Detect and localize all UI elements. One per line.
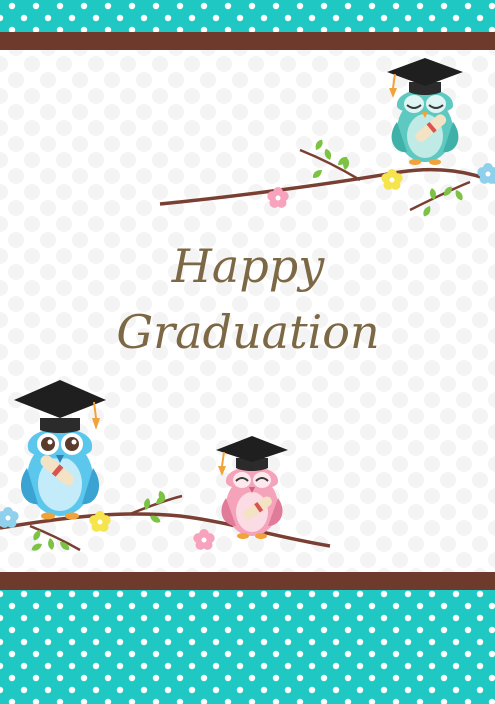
greeting-line-1: Happy	[171, 239, 325, 293]
bottom-border	[0, 572, 495, 704]
card-artwork: Happy Graduation	[0, 0, 495, 704]
graduation-card: Happy Graduation	[0, 0, 495, 704]
greeting-line-2: Graduation	[116, 305, 379, 359]
bottom-brown-band	[0, 572, 495, 590]
top-brown-band	[0, 32, 495, 50]
top-border	[0, 0, 495, 50]
